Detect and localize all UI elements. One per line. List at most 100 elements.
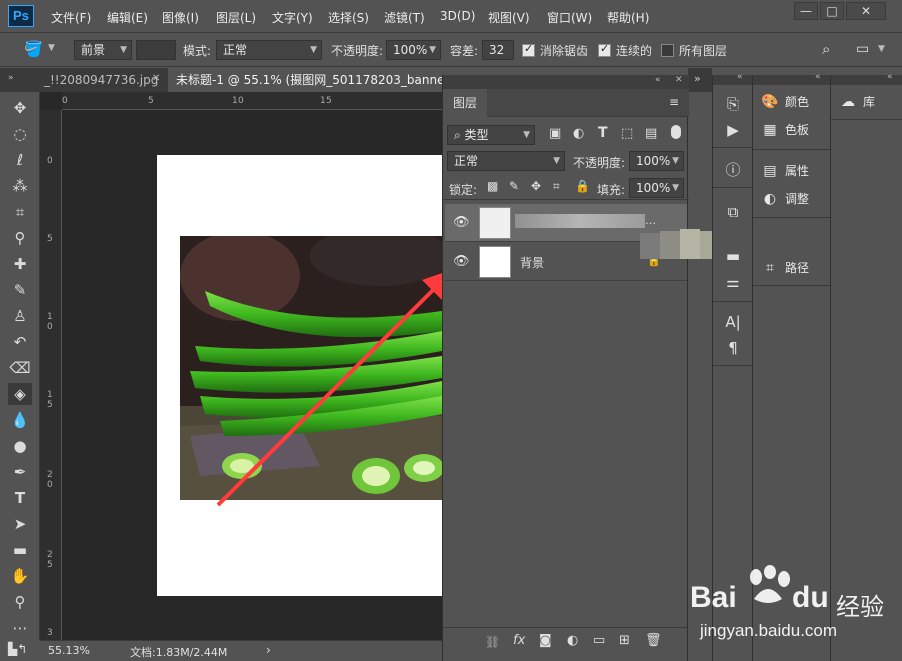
chevron-down-icon[interactable]: ▼ [48,43,55,53]
menu-select[interactable]: 选择(S) [328,9,369,26]
panel-color[interactable]: 🎨 颜色 [759,91,809,113]
filter-toggle-icon[interactable] [671,125,681,139]
shape-filter-icon[interactable]: ⬚ [621,126,633,141]
tab-layers[interactable]: 图层 [443,89,487,117]
menu-file[interactable]: 文件(F) [51,9,91,26]
history-icon[interactable]: ⎘ [721,93,745,115]
mask-icon[interactable]: ◙ [539,633,552,648]
collapse-panel-icon[interactable]: « [655,75,661,85]
folder-icon[interactable]: ▭ [593,633,605,648]
pixel-filter-icon[interactable]: ▣ [549,126,561,141]
expand-dock-icon[interactable]: » [694,72,701,85]
menu-filter[interactable]: 滤镜(T) [384,9,425,26]
chevron-down-icon[interactable]: ▼ [878,44,885,54]
lock-transparency-icon[interactable]: ▩ [487,179,498,193]
panel-libraries[interactable]: ☁ 库 [837,91,875,113]
info-icon[interactable]: ⓘ [721,159,745,181]
contiguous-checkbox[interactable] [598,42,611,57]
panel-swatches[interactable]: ▦ 色板 [759,119,809,141]
pen-tool-icon[interactable]: ✒ [8,461,32,483]
workspace-icon[interactable]: ▭ [856,41,869,57]
search-icon[interactable]: ⌕ [822,40,830,58]
adjustment-icon[interactable]: ◐ [567,633,578,648]
fill-source-select[interactable]: 前景 ▼ [74,40,132,60]
tool-presets-icon[interactable]: ⚌ [721,271,745,293]
eyedropper-tool-icon[interactable]: ⚲ [8,227,32,249]
crop-tool-icon[interactable]: ⌗ [8,201,32,223]
panel-menu-icon[interactable]: ≡ [669,95,679,109]
character-icon[interactable]: A| [721,311,745,333]
collapse-dock-icon[interactable]: « [887,72,893,82]
status-menu-arrow[interactable]: › [266,643,271,657]
paragraph-icon[interactable]: ¶ [721,337,745,359]
move-tool-icon[interactable]: ✥ [8,97,32,119]
pattern-picker[interactable] [136,40,176,60]
path-selection-tool-icon[interactable]: ➤ [8,513,32,535]
type-filter-icon[interactable]: T [598,125,608,141]
lock-position-icon[interactable]: ✥ [531,179,541,193]
blur-tool-icon[interactable]: 💧 [8,409,32,431]
menu-help[interactable]: 帮助(H) [607,9,649,26]
minimize-button[interactable]: — [794,2,818,20]
panel-adjustments[interactable]: ◐ 调整 [759,188,809,210]
lock-pixels-icon[interactable]: ✎ [509,179,519,193]
layer-opacity-input[interactable]: 100% ▼ [629,151,684,171]
new-layer-icon[interactable]: ⊞ [619,633,630,648]
eraser-tool-icon[interactable]: ⌫ [8,357,32,379]
panel-paths[interactable]: ⌗ 路径 [759,257,809,279]
brush-tool-icon[interactable]: ✎ [8,279,32,301]
zoom-tool-icon[interactable]: ⚲ [8,591,32,613]
doc-tab-jpg[interactable]: _!!2080947736.jpg [36,68,164,92]
adjustment-filter-icon[interactable]: ◐ [573,126,584,141]
smart-object-filter-icon[interactable]: ▤ [645,126,657,141]
close-icon[interactable]: ✕ [675,75,683,85]
tolerance-input[interactable]: 32 [482,40,514,60]
restore-button[interactable]: □ [820,2,844,20]
mode-select[interactable]: 正常 ▼ [216,40,322,60]
doc-tab-untitled[interactable]: 未标题-1 @ 55.1% (摄图网_501178203_banner_ [168,68,442,92]
healing-brush-tool-icon[interactable]: ✚ [8,253,32,275]
history-brush-tool-icon[interactable]: ↶ [8,331,32,353]
link-icon[interactable]: ⛓ [485,635,500,649]
clone-stamp-tool-icon[interactable]: ♙ [8,305,32,327]
layer-filter-select[interactable]: ⌕ 类型 ▼ [447,125,535,145]
type-tool-icon[interactable]: T [8,487,32,509]
menu-type[interactable]: 文字(Y) [272,9,313,26]
close-icon[interactable]: ✕ [152,73,160,84]
marquee-tool-icon[interactable]: ◌ [8,123,32,145]
rectangle-tool-icon[interactable]: ▬ [8,539,32,561]
magic-wand-tool-icon[interactable]: ⁂ [8,175,32,197]
menu-edit[interactable]: 编辑(E) [107,9,148,26]
opacity-input[interactable]: 100% ▼ [386,40,441,60]
actions-play-icon[interactable]: ▶ [721,119,745,141]
fx-icon[interactable]: fx [513,633,525,648]
brush-settings-icon[interactable]: ▬ [721,245,745,267]
collapse-tools-icon[interactable]: » [8,73,14,83]
menu-layer[interactable]: 图层(L) [216,9,256,26]
lock-artboard-icon[interactable]: ⌗ [553,179,560,194]
layer-comps-icon[interactable]: ⧉ [721,201,745,223]
menu-window[interactable]: 窗口(W) [547,9,592,26]
paint-bucket-preset-icon[interactable]: 🪣 [24,40,43,58]
collapse-dock-icon[interactable]: « [815,72,821,82]
lasso-tool-icon[interactable]: ℓ [8,149,32,171]
zoom-level[interactable]: 55.13% [48,644,90,657]
antialias-checkbox[interactable] [522,42,535,57]
paint-bucket-tool-icon[interactable]: ◈ [8,383,32,405]
fill-input[interactable]: 100% ▼ [629,178,684,198]
menu-view[interactable]: 视图(V) [488,9,530,26]
hand-tool-icon[interactable]: ✋ [8,565,32,587]
all-layers-checkbox[interactable] [661,44,674,57]
dodge-tool-icon[interactable]: ● [8,435,32,457]
eye-icon[interactable]: 👁 [453,254,470,269]
more-tools-icon[interactable]: ⋯ [8,617,32,639]
menu-3d[interactable]: 3D(D) [440,9,475,23]
close-button[interactable]: ✕ [846,2,886,20]
trash-icon[interactable]: 🗑 [645,633,662,648]
lock-all-icon[interactable]: 🔒 [575,179,590,193]
menu-image[interactable]: 图像(I) [162,9,199,26]
eye-icon[interactable]: 👁 [453,215,470,230]
collapse-dock-icon[interactable]: « [737,72,743,82]
panel-properties[interactable]: ▤ 属性 [759,160,809,182]
swap-colors-icon[interactable]: ▙↰ [8,642,36,660]
